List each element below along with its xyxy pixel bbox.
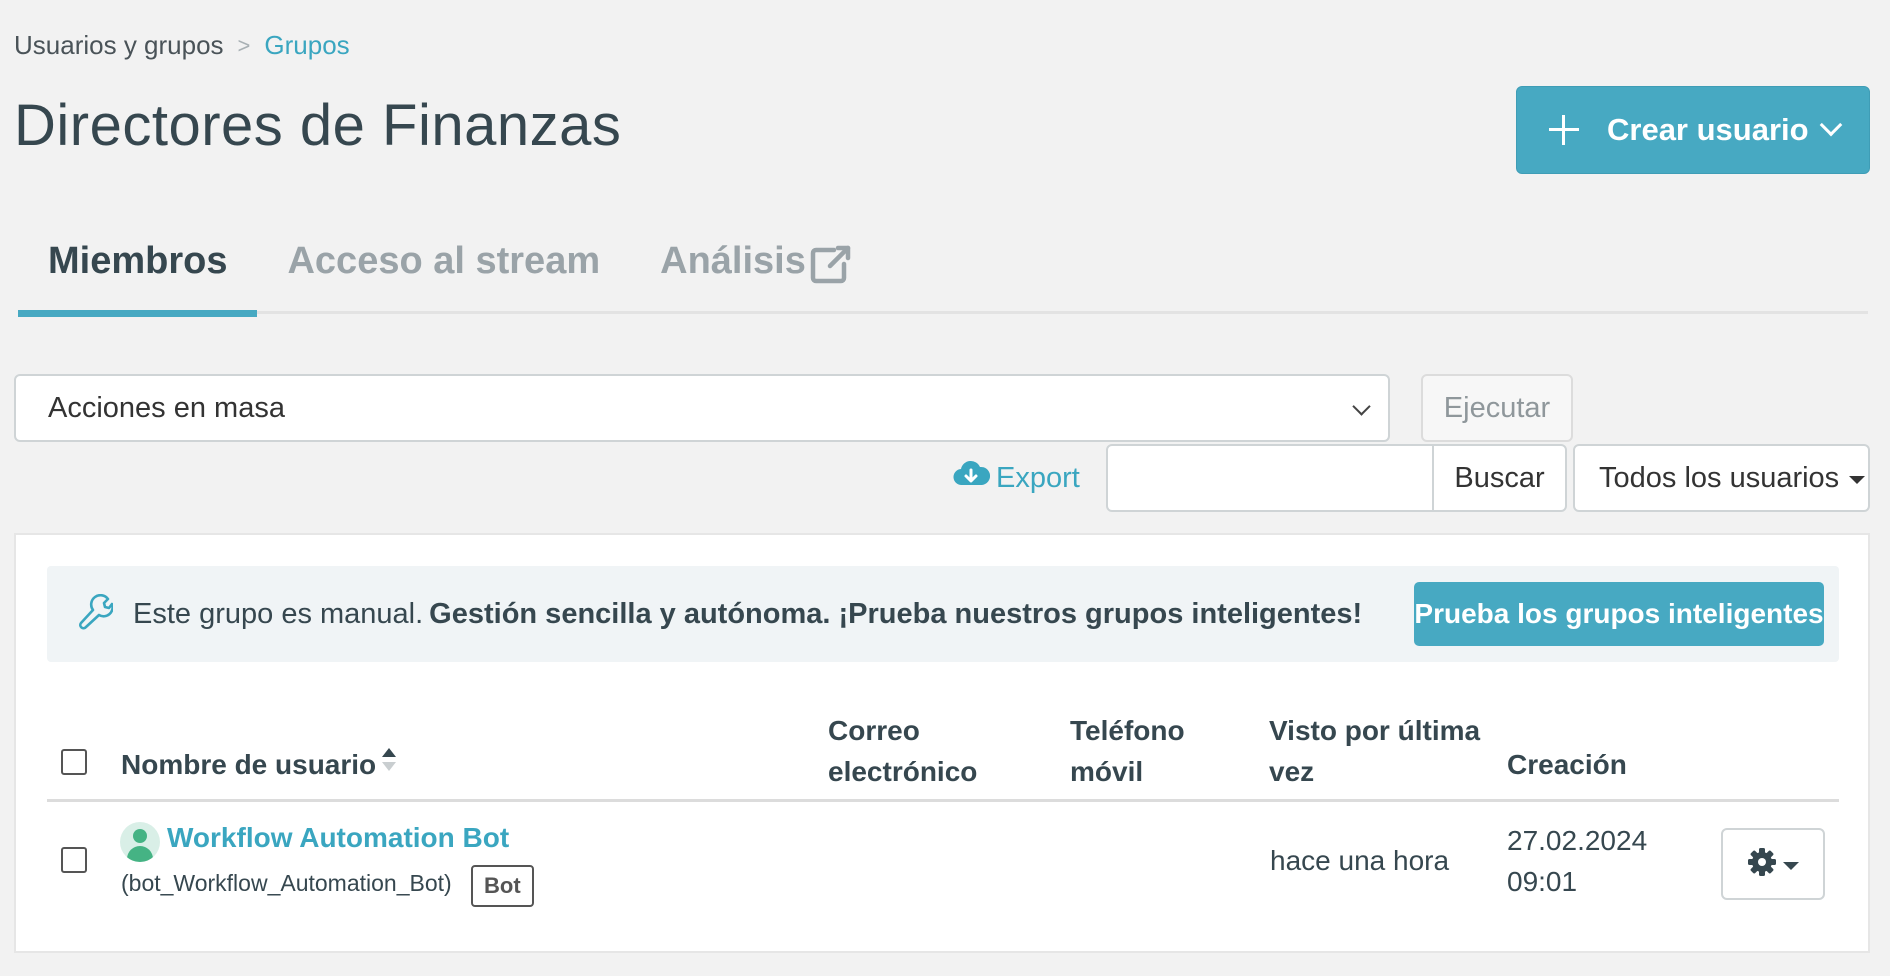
export-link[interactable]: Export (952, 460, 1080, 496)
chevron-down-icon[interactable] (1819, 113, 1843, 137)
breadcrumb-parent[interactable]: Usuarios y grupos (14, 30, 224, 61)
tab-acceso-stream[interactable]: Acceso al stream (257, 226, 630, 314)
execute-button[interactable]: Ejecutar (1421, 374, 1573, 442)
cloud-download-icon (952, 459, 996, 497)
breadcrumb-current[interactable]: Grupos (264, 30, 349, 61)
members-table: Nombre de usuario Correo electrónico Tel… (47, 690, 1839, 912)
bot-badge: Bot (471, 865, 534, 907)
sort-icon[interactable] (382, 748, 396, 778)
column-last-seen-line2: vez (1269, 756, 1315, 787)
table-header: Nombre de usuario Correo electrónico Tel… (47, 690, 1839, 802)
user-filter-label: Todos los usuarios (1599, 461, 1840, 494)
banner-text-bold: Gestión sencilla y autónoma. ¡Prueba nue… (429, 597, 1363, 630)
user-login: (bot_Workflow_Automation_Bot) (121, 870, 452, 896)
column-email-line2: electrónico (828, 756, 978, 787)
caret-down-icon (1849, 476, 1866, 484)
banner-text: Este grupo es manual. Gestión sencilla y … (133, 598, 1362, 631)
tab-label: Análisis (660, 240, 806, 282)
external-link-icon (808, 242, 852, 294)
column-last-seen-line1: Visto por última (1269, 715, 1481, 746)
tab-bar: Miembros Acceso al stream Análisis (18, 226, 1868, 317)
column-email: Correo electrónico (828, 710, 977, 792)
create-user-button[interactable]: Crear usuario (1516, 86, 1870, 174)
bulk-actions-select[interactable]: Acciones en masa (14, 374, 1390, 442)
tab-label: Miembros (48, 240, 228, 282)
tab-miembros[interactable]: Miembros (18, 226, 258, 317)
tab-analisis[interactable]: Análisis (630, 226, 882, 314)
column-email-line1: Correo (828, 715, 920, 746)
export-label: Export (996, 461, 1080, 494)
row-settings-button[interactable] (1721, 828, 1825, 900)
created-cell: 27.02.2024 09:01 (1507, 820, 1647, 902)
smart-groups-banner: Este grupo es manual. Gestión sencilla y … (47, 566, 1839, 662)
table-row: Workflow Automation Bot (bot_Workflow_Au… (47, 802, 1839, 912)
search-input[interactable] (1106, 444, 1434, 512)
breadcrumb: Usuarios y grupos > Grupos (14, 30, 350, 61)
column-phone: Teléfono móvil (1070, 710, 1185, 792)
caret-down-icon (1783, 862, 1799, 870)
members-panel: Este grupo es manual. Gestión sencilla y … (14, 533, 1870, 953)
column-last-seen: Visto por última vez (1269, 710, 1480, 792)
user-filter-dropdown[interactable]: Todos los usuarios (1573, 444, 1870, 512)
create-user-label: Crear usuario (1607, 112, 1809, 147)
search-button[interactable]: Buscar (1432, 444, 1567, 512)
last-seen-cell: hace una hora (1270, 845, 1450, 876)
created-time: 09:01 (1507, 866, 1578, 897)
tab-label: Acceso al stream (287, 240, 601, 282)
created-date: 27.02.2024 (1507, 825, 1648, 856)
column-created: Creación (1507, 749, 1627, 780)
chevron-down-icon (1352, 397, 1371, 416)
user-name-link[interactable]: Workflow Automation Bot (167, 822, 509, 854)
select-all-checkbox[interactable] (61, 749, 87, 775)
column-phone-line1: Teléfono (1070, 715, 1185, 746)
plus-icon (1547, 113, 1581, 147)
column-username[interactable]: Nombre de usuario (121, 744, 376, 785)
bulk-actions-value: Acciones en masa (48, 391, 285, 424)
page-title: Directores de Finanzas (14, 93, 622, 158)
try-smart-groups-button[interactable]: Prueba los grupos inteligentes (1414, 582, 1824, 646)
avatar (120, 822, 160, 862)
breadcrumb-separator: > (237, 32, 251, 58)
row-checkbox[interactable] (61, 847, 87, 873)
column-phone-line2: móvil (1070, 756, 1144, 787)
gear-icon (1747, 847, 1777, 882)
banner-text-plain: Este grupo es manual. (133, 597, 424, 630)
wrench-icon (77, 593, 114, 635)
